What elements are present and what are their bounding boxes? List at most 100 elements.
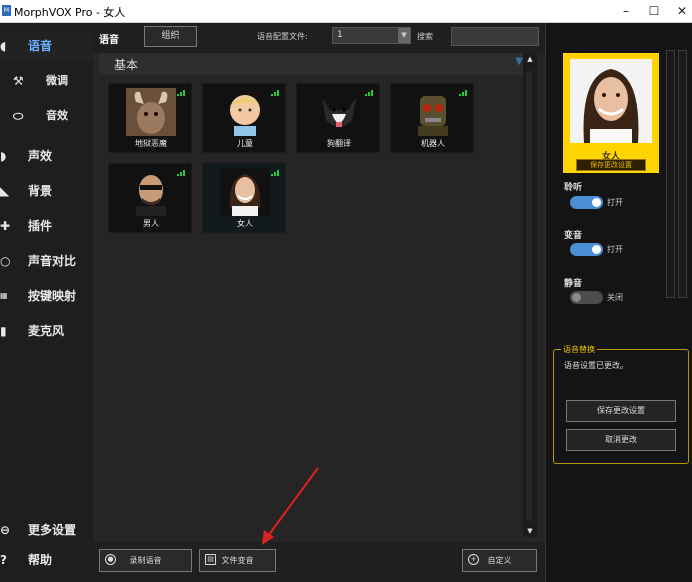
- voice-card-robot[interactable]: 机器人: [390, 83, 474, 153]
- title-bar: M MorphVOX Pro - 女人 – ☐ ✕: [0, 0, 692, 23]
- man-avatar: [126, 168, 176, 216]
- child-avatar: [220, 88, 270, 136]
- level-meter-left: [666, 50, 675, 298]
- voice-name: 男人: [143, 219, 159, 228]
- help-icon: ?: [0, 553, 7, 567]
- scrollbar[interactable]: ▲ ▼: [523, 53, 537, 537]
- level-meter-right: [678, 50, 687, 298]
- sidebar-item-label: 按键映射: [28, 289, 77, 303]
- sidebar-item-compare[interactable]: ○ 声音对比: [0, 246, 93, 276]
- section-title: 基本: [114, 58, 139, 72]
- voice-replace-title: 语音替换: [561, 344, 597, 355]
- bottom-bar: ● 录制语音 ▤ 文件变音 + 自定义: [93, 542, 545, 582]
- voice-card-child[interactable]: 儿童: [202, 83, 286, 153]
- voice-card-man[interactable]: 男人: [108, 163, 192, 233]
- sidebar-item-tweak[interactable]: ⚒ 微调: [0, 66, 93, 96]
- profile-value: 1: [337, 30, 343, 40]
- sidebar-item-label: 插件: [28, 219, 53, 233]
- voice-name: 地狱恶魔: [135, 139, 167, 148]
- sidebar-item-label: 麦克风: [28, 324, 65, 338]
- chevron-down-icon[interactable]: ▼: [398, 28, 410, 43]
- dog-avatar: [314, 88, 364, 136]
- sidebar-item-effects[interactable]: ⬭ 音效: [0, 101, 93, 131]
- lips-icon: ⬭: [13, 109, 24, 123]
- signal-icon: [177, 90, 185, 96]
- woman-avatar: [220, 168, 270, 216]
- current-voice-card: 女人 保存更改设置: [563, 53, 659, 173]
- sidebar-item-label: 背景: [28, 184, 53, 198]
- sidebar-item-label: 帮助: [28, 553, 53, 567]
- listen-toggle[interactable]: [570, 196, 603, 209]
- tab-voice[interactable]: 语音: [99, 31, 119, 46]
- organize-button[interactable]: 组织: [144, 26, 197, 47]
- voice-toolbar: 语音 组织 语音配置文件: 1 ▼ 搜索: [93, 23, 545, 53]
- button-label: 录制语音: [129, 556, 162, 565]
- button-label: 自定义: [487, 556, 512, 565]
- record-voice-button[interactable]: ● 录制语音: [99, 549, 192, 572]
- voice-replace-box: 语音替换 语音设置已更改。 保存更改设置 取消更改: [553, 344, 689, 464]
- sidebar-item-more-settings[interactable]: ⊖ 更多设置: [0, 515, 93, 545]
- chevron-down-icon[interactable]: ▼: [515, 56, 523, 67]
- sidebar-item-mic[interactable]: ▮ 麦克风: [0, 316, 93, 346]
- sidebar-item-label: 声音对比: [28, 254, 77, 268]
- customize-button[interactable]: + 自定义: [462, 549, 537, 572]
- sidebar-item-label: 音效: [46, 109, 68, 122]
- sound-icon: ◗: [0, 149, 7, 163]
- right-panel: 女人 保存更改设置 聆听 打开 变音 打开 静音 关闭 语音替换 语音设置已更改…: [545, 23, 692, 582]
- mute-label: 静音: [564, 279, 583, 289]
- gear-icon: ⊖: [0, 523, 11, 537]
- search-input[interactable]: [451, 27, 539, 46]
- sidebar-item-plugins[interactable]: ✚ 插件: [0, 211, 93, 241]
- woman-portrait: [570, 59, 652, 143]
- listen-state: 打开: [607, 198, 623, 207]
- morph-state: 打开: [607, 245, 623, 254]
- plugin-icon: ✚: [0, 219, 11, 233]
- sidebar-item-sounds[interactable]: ◗ 声效: [0, 141, 93, 171]
- sidebar-item-label: 更多设置: [28, 523, 77, 537]
- save-changes-small-button[interactable]: 保存更改设置: [576, 159, 646, 171]
- tools-icon: ⚒: [13, 74, 24, 88]
- app-window: M MorphVOX Pro - 女人 – ☐ ✕ ◖ 语音 ⚒ 微调 ⬭ 音效…: [0, 0, 692, 582]
- voice-replace-message: 语音设置已更改。: [564, 361, 628, 370]
- background-icon: ◣: [0, 184, 10, 198]
- profile-label: 语音配置文件:: [257, 32, 308, 41]
- mute-toggle[interactable]: [570, 291, 603, 304]
- sidebar-item-label: 语音: [28, 39, 53, 53]
- section-header[interactable]: 基本 ▼: [99, 53, 531, 75]
- mic-icon: ▮: [0, 324, 7, 338]
- compare-icon: ○: [0, 254, 11, 268]
- voice-icon: ◖: [0, 39, 7, 53]
- file-morph-button[interactable]: ▤ 文件变音: [199, 549, 276, 572]
- listen-label: 聆听: [564, 183, 583, 193]
- app-logo-icon: M: [2, 5, 11, 16]
- search-label: 搜索: [417, 32, 433, 41]
- sidebar-item-keymap[interactable]: ▦ 按键映射: [0, 281, 93, 311]
- sidebar-item-label: 声效: [28, 149, 53, 163]
- signal-icon: [177, 170, 185, 176]
- voice-list: 基本 ▼ 地狱恶魔 儿童 狗翻译 机器人 男人 女人: [99, 53, 531, 536]
- close-button[interactable]: ✕: [664, 0, 692, 23]
- voice-card-woman[interactable]: 女人: [202, 163, 286, 233]
- cancel-changes-button[interactable]: 取消更改: [566, 429, 676, 451]
- window-title: MorphVOX Pro - 女人: [14, 6, 126, 19]
- scrollbar-thumb[interactable]: [526, 71, 532, 521]
- button-label: 文件变音: [221, 556, 254, 565]
- scroll-down-icon[interactable]: ▼: [526, 527, 534, 535]
- profile-select[interactable]: 1 ▼: [332, 27, 411, 44]
- save-changes-button[interactable]: 保存更改设置: [566, 400, 676, 422]
- signal-icon: [271, 170, 279, 176]
- keyboard-icon: ▦: [0, 291, 8, 300]
- sidebar-item-help[interactable]: ? 帮助: [0, 545, 93, 575]
- voice-card-dog[interactable]: 狗翻译: [296, 83, 380, 153]
- morph-toggle[interactable]: [570, 243, 603, 256]
- sidebar-item-background[interactable]: ◣ 背景: [0, 176, 93, 206]
- voice-name: 女人: [237, 219, 253, 228]
- scroll-up-icon[interactable]: ▲: [526, 55, 534, 63]
- sidebar-item-label: 微调: [46, 74, 68, 87]
- sidebar-item-voice[interactable]: ◖ 语音: [0, 31, 93, 61]
- voice-name: 狗翻译: [327, 139, 351, 148]
- voice-card-demon[interactable]: 地狱恶魔: [108, 83, 192, 153]
- sidebar: ◖ 语音 ⚒ 微调 ⬭ 音效 ◗ 声效 ◣ 背景 ✚ 插件 ○ 声音对比 ▦ 按: [0, 23, 93, 582]
- signal-icon: [459, 90, 467, 96]
- robot-avatar: [408, 88, 458, 136]
